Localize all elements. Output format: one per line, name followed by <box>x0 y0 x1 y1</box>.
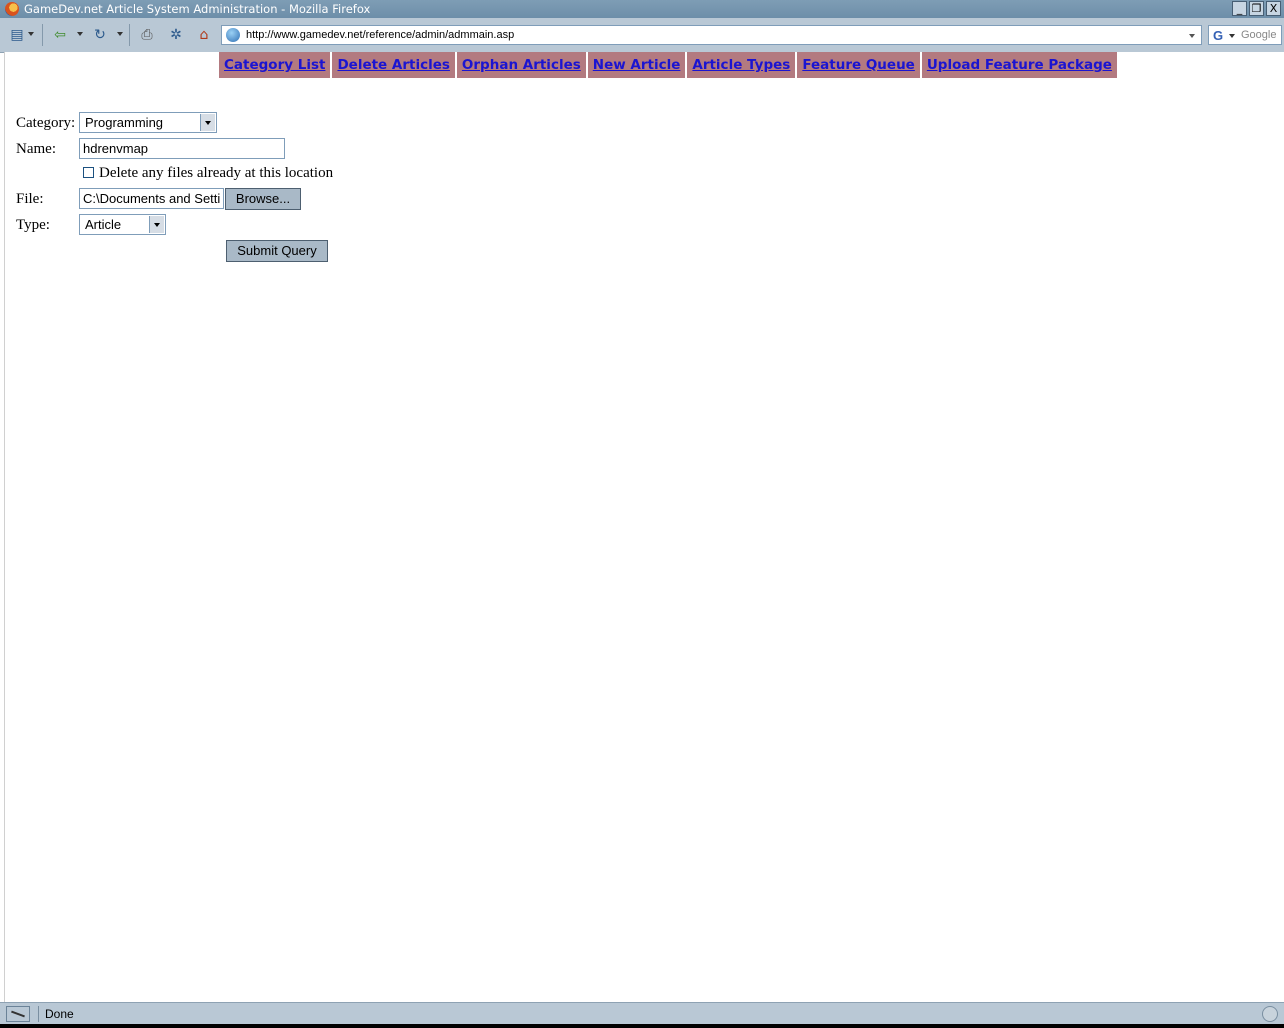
print-icon[interactable]: ⎙ <box>138 27 156 43</box>
file-label: File: <box>16 191 44 207</box>
address-url[interactable]: http://www.gamedev.net/reference/admin/a… <box>246 29 514 41</box>
browse-button[interactable]: Browse... <box>225 188 301 210</box>
name-label: Name: <box>16 141 56 157</box>
site-globe-icon <box>226 28 240 42</box>
google-icon[interactable]: G <box>1213 28 1223 43</box>
search-engine-dropdown-icon[interactable] <box>1229 34 1235 38</box>
search-box[interactable]: G Google <box>1208 25 1282 45</box>
address-dropdown-icon[interactable] <box>1189 34 1195 38</box>
name-field-value: hdrenvmap <box>83 141 149 156</box>
close-button[interactable]: X <box>1266 1 1281 16</box>
nav-cell: Delete Articles <box>332 52 455 78</box>
taskbar-strip <box>0 1024 1284 1028</box>
status-bar: Done <box>0 1002 1284 1025</box>
nav-cell: New Article <box>587 52 686 78</box>
nav-cell: Category List <box>219 52 331 78</box>
reload-dropdown-icon[interactable] <box>117 32 123 36</box>
admin-nav-bar: Category List Delete Articles Orphan Art… <box>219 52 1117 78</box>
status-text: Done <box>45 1007 74 1021</box>
delete-files-label: Delete any files already at this locatio… <box>99 165 334 181</box>
back-dropdown-icon[interactable] <box>77 32 83 36</box>
extension-icon[interactable]: ✲ <box>167 27 185 43</box>
address-bar[interactable]: http://www.gamedev.net/reference/admin/a… <box>221 25 1202 45</box>
nav-cell: Orphan Articles <box>456 52 586 78</box>
file-path-value: C:\Documents and Setti <box>83 191 221 206</box>
connection-icon <box>6 1006 30 1022</box>
nav-orphan-articles[interactable]: Orphan Articles <box>462 57 581 73</box>
file-path-field[interactable]: C:\Documents and Setti <box>79 188 224 209</box>
home-icon[interactable]: ⌂ <box>195 27 213 43</box>
nav-cell: Upload Feature Package <box>921 52 1117 78</box>
nav-category-list[interactable]: Category List <box>224 57 325 73</box>
nav-cell: Article Types <box>687 52 796 78</box>
nav-cell: Feature Queue <box>797 52 920 78</box>
type-select[interactable]: Article <box>79 214 166 235</box>
category-label: Category: <box>16 115 76 131</box>
nav-article-types[interactable]: Article Types <box>692 57 790 73</box>
search-placeholder: Google <box>1241 29 1277 41</box>
name-field[interactable]: hdrenvmap <box>79 138 285 159</box>
restore-button[interactable]: ❐ <box>1249 1 1264 16</box>
menu-dropdown-icon[interactable] <box>28 32 34 36</box>
chevron-down-icon[interactable] <box>200 114 215 131</box>
delete-files-checkbox[interactable] <box>83 167 94 178</box>
reload-icon[interactable]: ↻ <box>91 27 109 43</box>
category-select[interactable]: Programming <box>79 112 217 133</box>
status-extension-icon[interactable] <box>1262 1006 1278 1022</box>
menu-icon[interactable]: ▤ <box>8 27 26 43</box>
chevron-down-icon[interactable] <box>149 216 164 233</box>
toolbar-separator <box>129 24 130 46</box>
firefox-icon <box>5 2 19 16</box>
status-divider <box>38 1006 39 1022</box>
browser-toolbar: ▤ ⇦ ↻ ⎙ ✲ ⌂ http://www.gamedev.net/refer… <box>0 18 1284 53</box>
type-selected-value: Article <box>85 217 122 232</box>
nav-delete-articles[interactable]: Delete Articles <box>337 57 449 73</box>
window-title: GameDev.net Article System Administratio… <box>24 2 371 16</box>
submit-query-button[interactable]: Submit Query <box>226 240 328 262</box>
nav-upload-feature-package[interactable]: Upload Feature Package <box>927 57 1112 73</box>
back-icon[interactable]: ⇦ <box>51 27 69 43</box>
nav-feature-queue[interactable]: Feature Queue <box>802 57 915 73</box>
minimize-button[interactable]: _ <box>1232 1 1247 16</box>
type-label: Type: <box>16 217 50 233</box>
window-titlebar: GameDev.net Article System Administratio… <box>0 0 1284 18</box>
category-selected-value: Programming <box>85 115 164 130</box>
nav-new-article[interactable]: New Article <box>593 57 681 73</box>
toolbar-separator <box>42 24 43 46</box>
page-content: Category List Delete Articles Orphan Art… <box>4 52 1284 1002</box>
